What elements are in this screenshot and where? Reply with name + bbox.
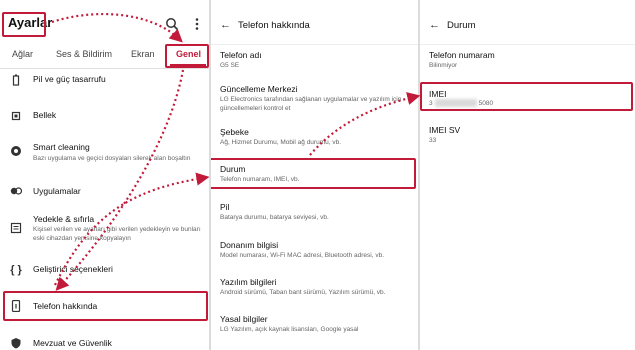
back-arrow-icon[interactable]: ← xyxy=(220,19,231,31)
list-item[interactable]: Donanım bilgisi Model numarası, Wi-Fi MA… xyxy=(211,240,418,262)
list-item[interactable]: Pil Batarya durumu, batarya seviyesi, vb… xyxy=(211,202,418,224)
list-item-memory[interactable]: Bellek xyxy=(0,108,209,128)
settings-panel: Ayarlar Ağlar Ses & Bildirim Ekran Genel… xyxy=(0,0,209,350)
highlight-title xyxy=(2,12,46,37)
list-item-label: Smart cleaning xyxy=(33,142,90,152)
status-panel: ← Durum Telefon numaram Bilinmiyor IMEI … xyxy=(420,0,635,350)
list-item-sub: LG Electronics tarafından sağlanan uygul… xyxy=(220,96,402,112)
list-item[interactable]: Yasal bilgiler LG Yazılım, açık kaynak l… xyxy=(211,314,418,336)
list-item-sub: Ağ, Hizmet Durumu, Mobil ağ durumu, vb. xyxy=(220,139,342,146)
highlight-imei xyxy=(420,82,633,111)
tab-ses-bildirim[interactable]: Ses & Bildirim xyxy=(56,49,112,59)
more-vert-icon[interactable] xyxy=(190,17,204,31)
list-item-label: Yasal bilgiler xyxy=(220,314,268,324)
status-header: ← Durum xyxy=(420,0,635,45)
tab-aglar[interactable]: Ağlar xyxy=(12,49,33,59)
list-item-sub: Batarya durumu, batarya seviyesi, vb. xyxy=(220,214,329,221)
list-item-label: Telefon adı xyxy=(220,50,262,60)
security-icon xyxy=(10,337,22,349)
list-item-label: Güncelleme Merkezi xyxy=(220,84,298,94)
list-item-developer[interactable]: { } Geliştirici seçenekleri xyxy=(0,262,209,282)
list-item-label: Donanım bilgisi xyxy=(220,240,279,250)
back-arrow-icon[interactable]: ← xyxy=(429,19,440,31)
highlight-tab-genel xyxy=(165,44,209,68)
list-item-sub: G5 SE xyxy=(220,62,240,69)
developer-icon: { } xyxy=(10,264,22,276)
list-item-sub: Kişisel verilen ve ayarları gibi verilen… xyxy=(33,226,201,242)
list-item-label: Pil xyxy=(220,202,230,212)
page-title: Telefon hakkında xyxy=(238,20,310,31)
list-item-backup[interactable]: Yedekle & sıfırla Kişisel verilen ve aya… xyxy=(0,214,209,248)
cleaning-icon xyxy=(10,145,22,157)
list-item-label: Bellek xyxy=(33,110,57,120)
search-icon[interactable] xyxy=(165,17,179,31)
about-phone-header: ← Telefon hakkında xyxy=(211,0,418,45)
list-item-sub: 33 xyxy=(429,137,437,144)
about-phone-panel: ← Telefon hakkında Telefon adı G5 SE Gün… xyxy=(211,0,418,350)
list-item-label: Geliştirici seçenekleri xyxy=(33,264,113,274)
list-item[interactable]: Güncelleme Merkezi LG Electronics tarafı… xyxy=(211,84,418,116)
apps-icon xyxy=(10,185,23,197)
list-item-sub: Model numarası, Wi-Fi MAC adresi, Blueto… xyxy=(220,252,385,259)
list-item-label: Mevzuat ve Güvenlik xyxy=(33,338,112,348)
list-item-label: Yazılım bilgileri xyxy=(220,277,277,287)
list-item-label: IMEI SV xyxy=(429,125,461,135)
list-item-sub: Bilinmiyor xyxy=(429,62,458,69)
backup-icon xyxy=(10,222,22,234)
highlight-phone-info xyxy=(3,291,208,321)
highlight-status xyxy=(211,158,416,189)
list-item-sub: Bazı uygulama ve geçici dosyaları silere… xyxy=(33,155,191,162)
list-item[interactable]: Yazılım bilgileri Android sürümü, Taban … xyxy=(211,277,418,299)
list-item[interactable]: Şebeke Ağ, Hizmet Durumu, Mobil ağ durum… xyxy=(211,127,418,149)
list-item-label: Telefon numaram xyxy=(429,50,495,60)
memory-icon xyxy=(10,110,22,122)
list-item-security[interactable]: Mevzuat ve Güvenlik xyxy=(0,334,209,350)
list-item-battery[interactable]: Pil ve güç tasarrufu xyxy=(0,72,209,98)
list-item-label: Şebeke xyxy=(220,127,249,137)
list-item-label: Uygulamalar xyxy=(33,186,81,196)
page-title: Durum xyxy=(447,20,476,31)
list-item[interactable]: Telefon numaram Bilinmiyor xyxy=(420,50,635,72)
list-item[interactable]: Telefon adı G5 SE xyxy=(211,50,418,72)
battery-icon xyxy=(10,74,22,86)
list-item-sub: Android sürümü, Taban bant sürümü, Yazıl… xyxy=(220,289,386,296)
list-item-apps[interactable]: Uygulamalar xyxy=(0,183,209,203)
list-item-label: Pil ve güç tasarrufu xyxy=(33,74,106,84)
list-item[interactable]: IMEI SV 33 xyxy=(420,125,635,147)
list-item-smart-cleaning[interactable]: Smart cleaning Bazı uygulama ve geçici d… xyxy=(0,142,209,166)
list-item-label: Yedekle & sıfırla xyxy=(33,214,95,224)
tab-ekran[interactable]: Ekran xyxy=(131,49,155,59)
list-item-sub: LG Yazılım, açık kaynak lisansları, Goog… xyxy=(220,326,359,333)
